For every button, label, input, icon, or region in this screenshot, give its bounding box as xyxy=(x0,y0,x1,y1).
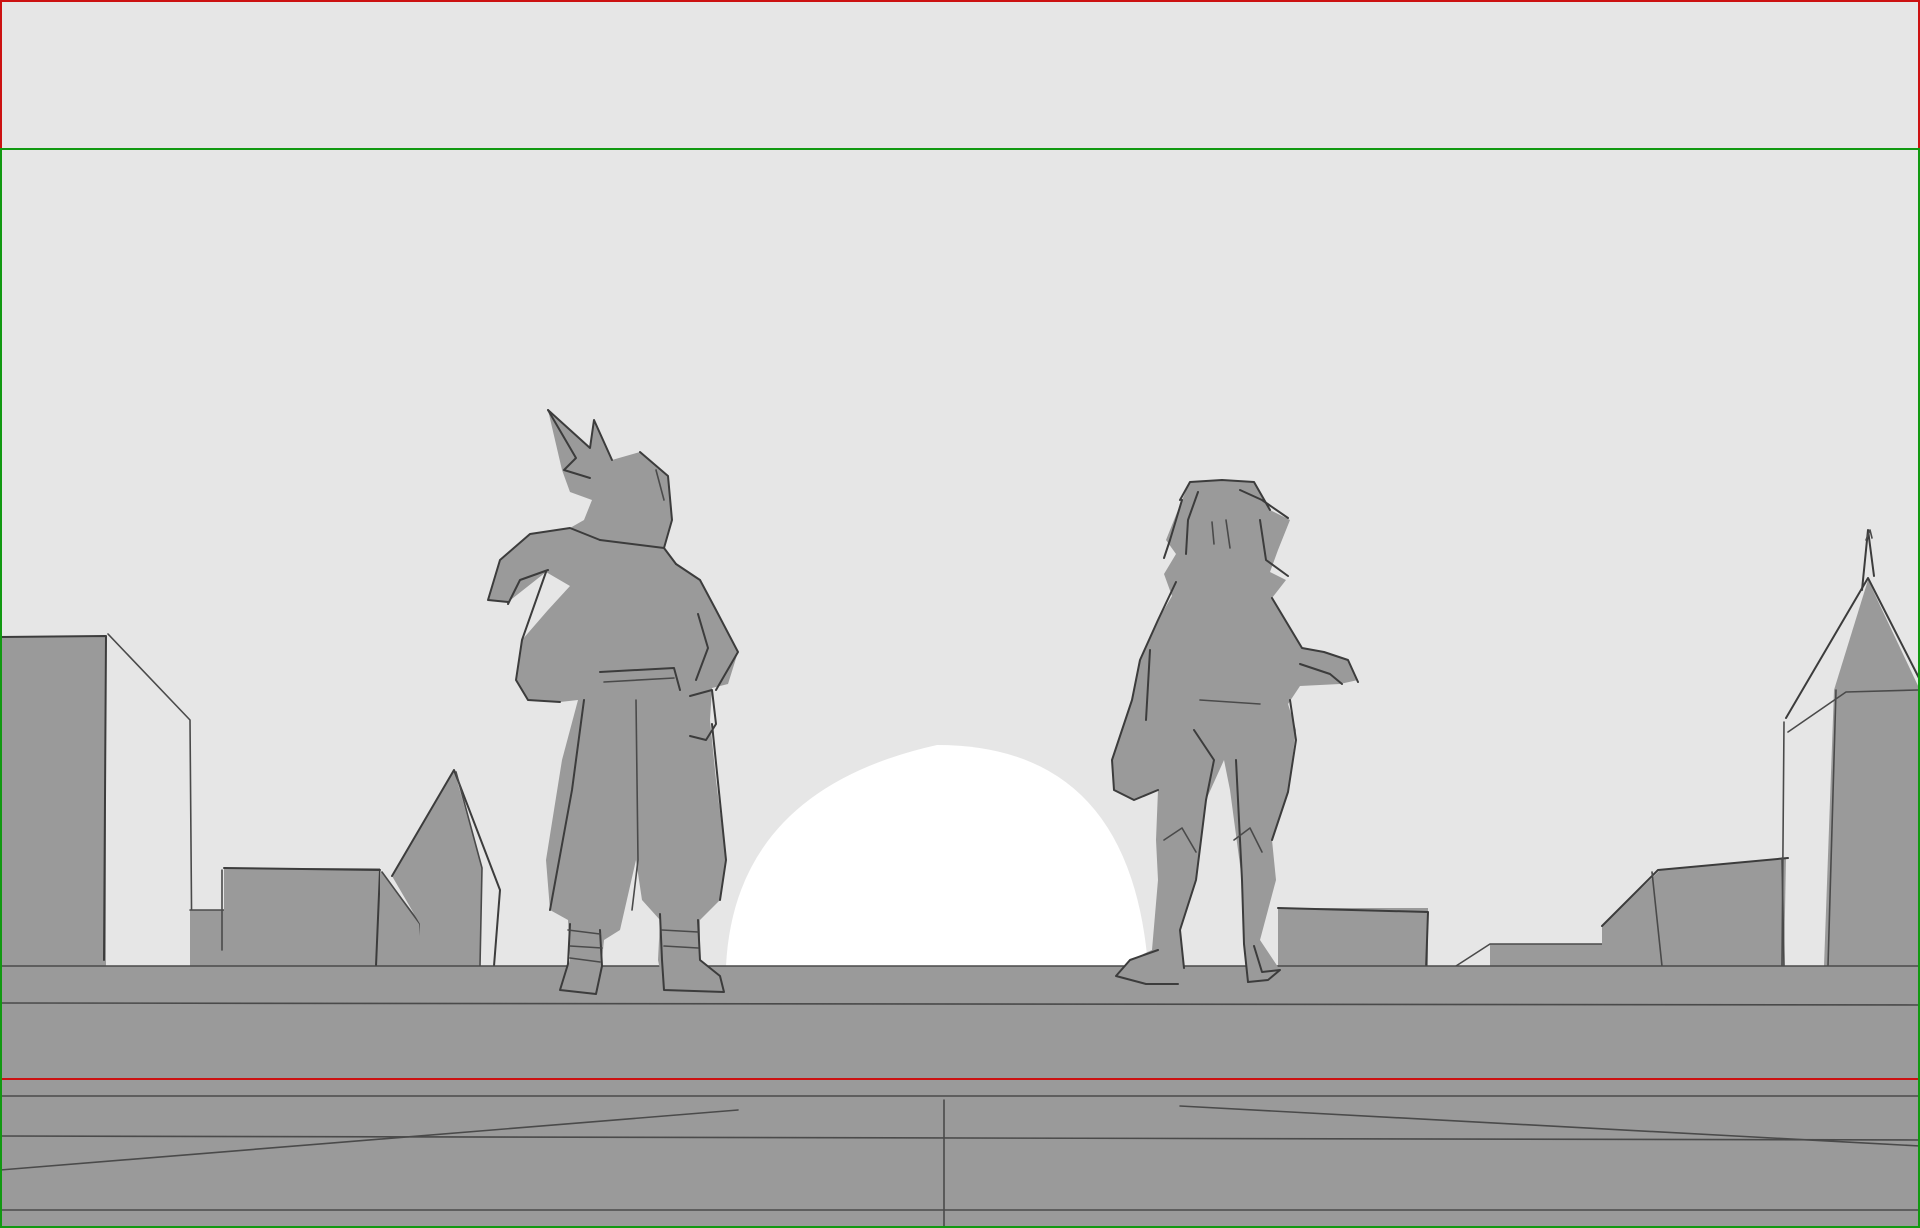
storyboard-drawing xyxy=(0,0,1920,1228)
storyboard-panel xyxy=(0,0,1920,1228)
rooftop-ground xyxy=(0,965,1920,1228)
